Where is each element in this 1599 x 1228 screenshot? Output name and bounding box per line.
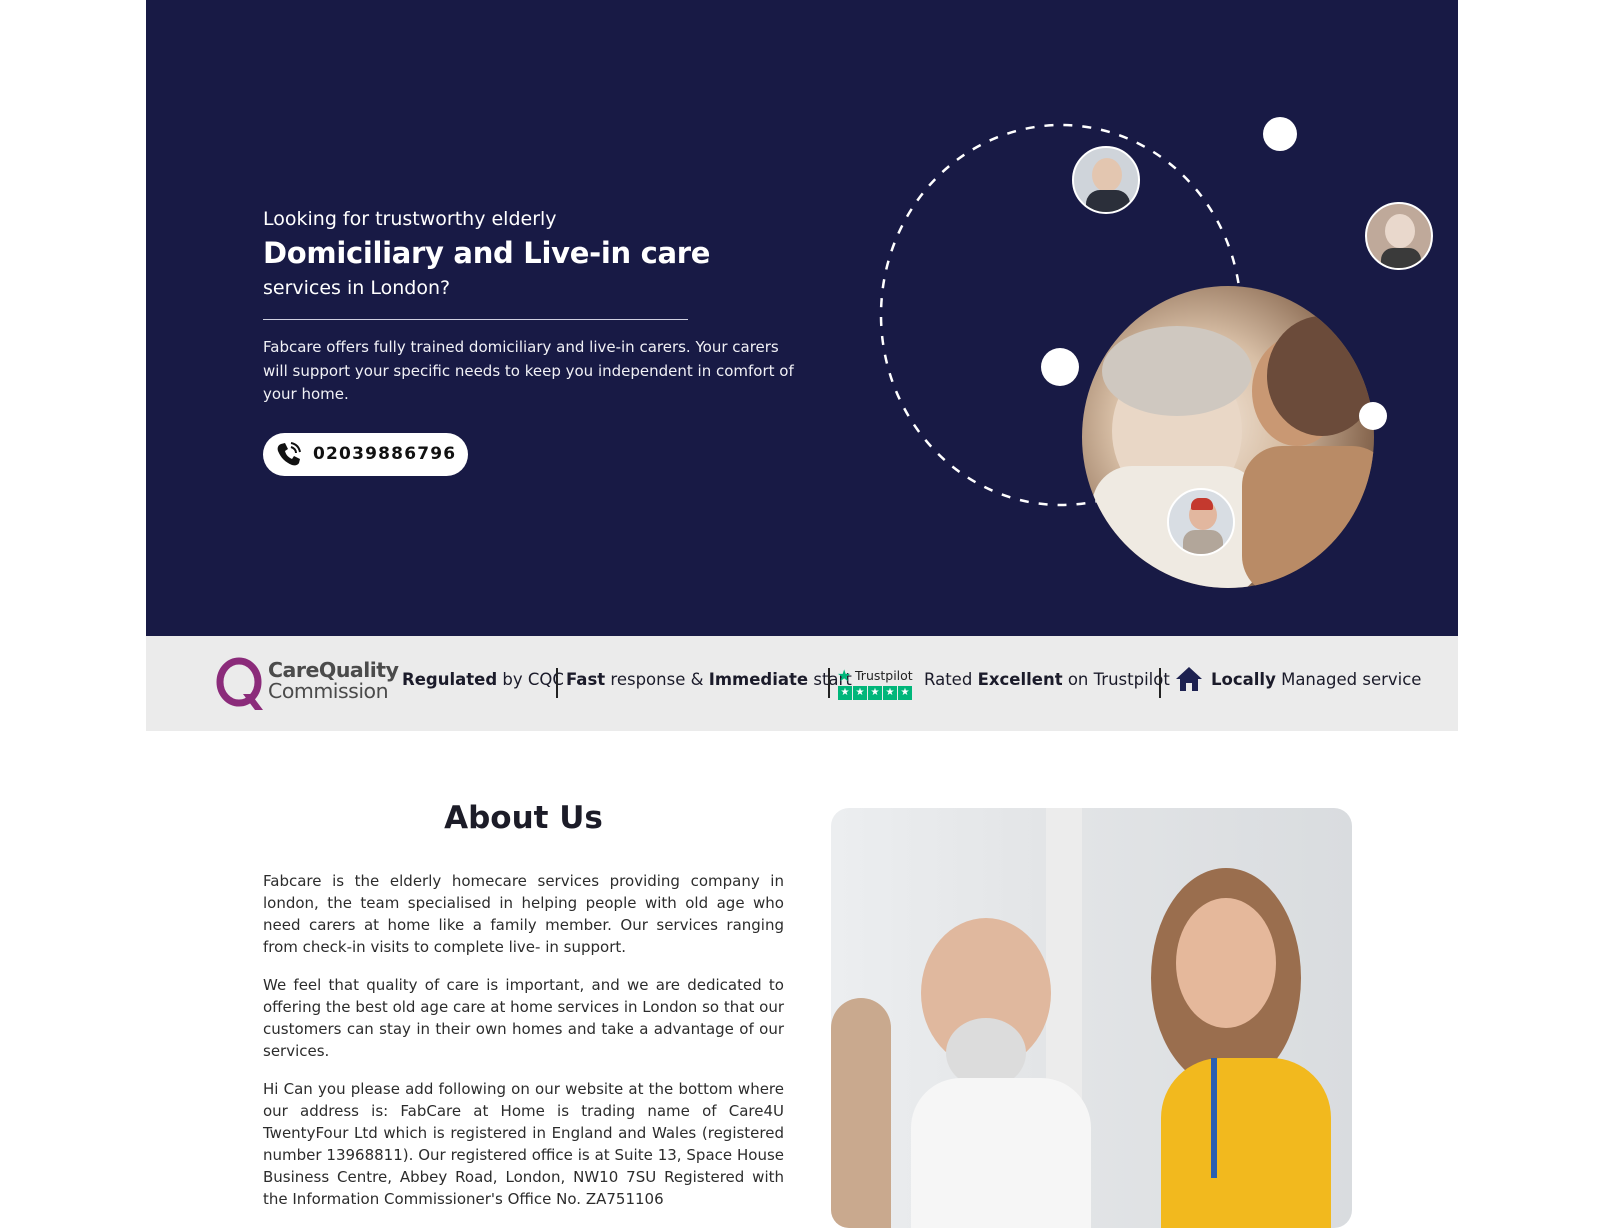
trustpilot-logo: ★ Trustpilot ★ ★ ★ ★ ★ <box>837 666 913 704</box>
photo-hair-carer <box>1267 316 1374 436</box>
separator <box>556 668 558 698</box>
separator <box>828 668 830 698</box>
hero-section: Looking for trustworthy elderly Domicili… <box>146 0 1458 636</box>
hero-divider <box>263 319 688 320</box>
trustpilot-label: Trustpilot <box>855 668 913 683</box>
phone-number: 02039886796 <box>313 444 457 464</box>
call-button[interactable]: 02039886796 <box>263 432 469 476</box>
star-icon: ★ <box>837 666 852 685</box>
photo-hair-elder <box>1102 326 1252 416</box>
photo-face-woman <box>1176 898 1276 1028</box>
about-photo <box>831 808 1352 1228</box>
hero-description: Fabcare offers fully trained domiciliary… <box>263 338 794 403</box>
about-paragraph: Hi Can you please add following on our w… <box>263 1080 784 1208</box>
hero-subtitle: services in London? <box>263 277 451 299</box>
hero-text: Looking for trustworthy elderly Domicili… <box>263 205 803 476</box>
orbit-dot <box>1359 402 1387 430</box>
cqc-wordmark: CareQuality Commission <box>268 658 399 703</box>
cqc-q-icon <box>216 657 263 710</box>
photo-sweater-carer <box>1242 446 1374 588</box>
hero-title: Domiciliary and Live-in care <box>263 236 711 270</box>
about-title: About Us <box>444 800 603 836</box>
photo-shirt-man <box>911 1078 1091 1228</box>
about-body: Fabcare is the elderly homecare services… <box>263 870 784 1226</box>
separator <box>1159 668 1161 698</box>
locally-managed-text: Locally Managed service <box>1211 670 1422 689</box>
orbit-avatar <box>1167 488 1235 556</box>
photo-stethoscope <box>1211 1058 1217 1178</box>
cqc-logo: CareQuality Commission <box>215 656 399 712</box>
photo-shirt-woman <box>1161 1058 1331 1228</box>
rated-text: Rated Excellent on Trustpilot <box>924 670 1170 689</box>
photo-mirror <box>831 998 891 1228</box>
hero-lead: Looking for trustworthy elderly <box>263 208 557 230</box>
about-paragraph: We feel that quality of care is importan… <box>263 976 784 1060</box>
phone-icon <box>277 442 301 466</box>
regulated-text: Regulated by CQC <box>402 670 564 689</box>
trust-bar: CareQuality Commission Regulated by CQC … <box>146 636 1458 731</box>
about-paragraph: Fabcare is the elderly homecare services… <box>263 872 784 956</box>
hero-orbit-graphic <box>866 110 1433 588</box>
trustpilot-stars: ★ ★ ★ ★ ★ <box>838 686 912 700</box>
orbit-dot <box>1041 348 1079 386</box>
orbit-avatar <box>1072 146 1140 214</box>
home-icon <box>1176 667 1202 691</box>
orbit-dot <box>1263 117 1297 151</box>
hero-main-photo <box>1082 286 1374 588</box>
orbit-avatar <box>1365 202 1433 270</box>
fast-response-text: Fast response & Immediate start <box>566 670 852 689</box>
